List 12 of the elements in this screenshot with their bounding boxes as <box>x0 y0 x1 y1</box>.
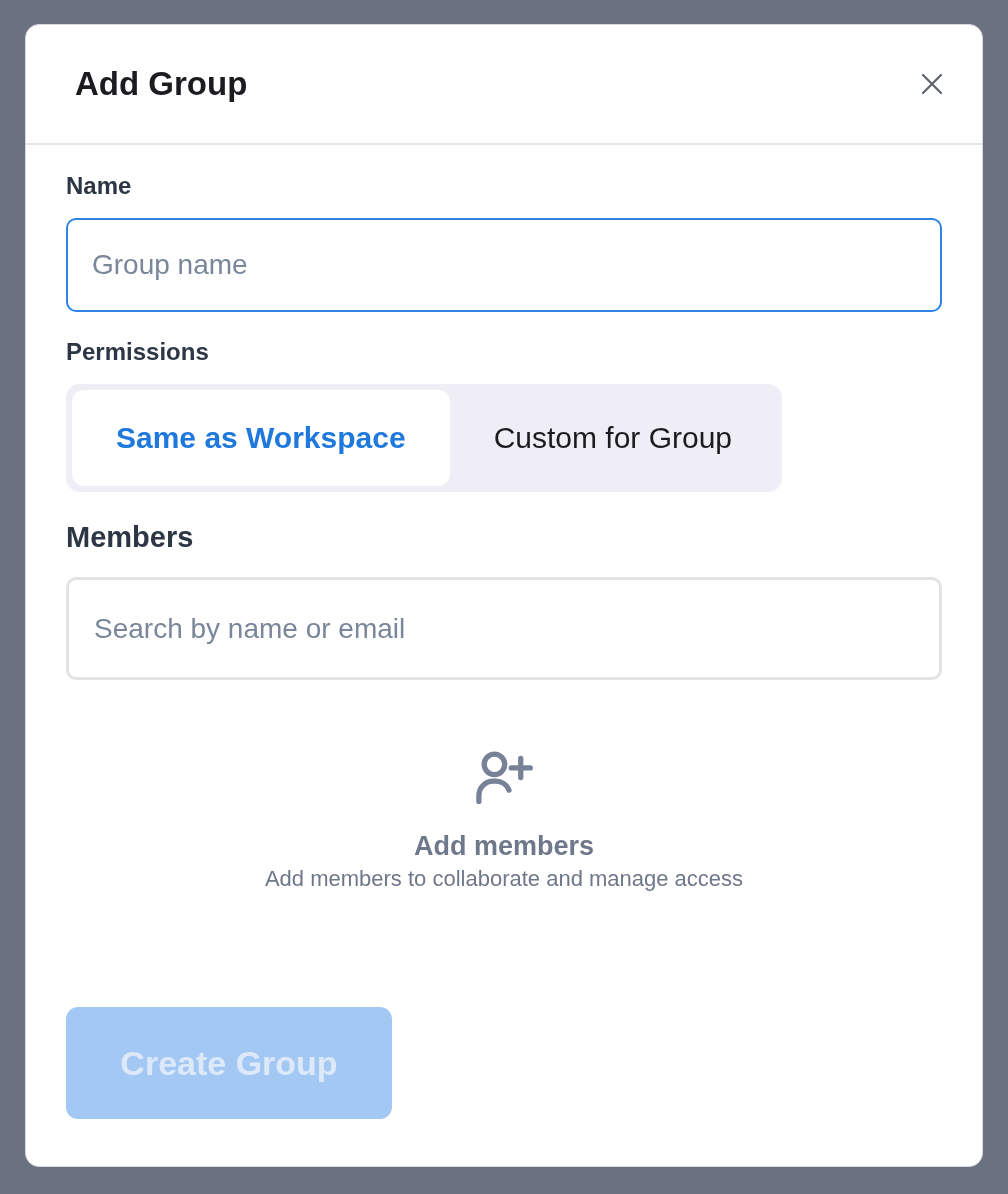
field-label: Permissions <box>66 337 209 367</box>
segment-option[interactable]: Custom for Group <box>449 390 777 486</box>
section-label: Members <box>66 520 194 555</box>
close-icon <box>922 74 942 94</box>
search-input-field[interactable]: Search by name or email <box>66 577 942 680</box>
empty-state-text: Add members to collaborate and manage access <box>264 865 744 893</box>
user-plus-icon <box>474 750 534 805</box>
segment-option[interactable]: Same as Workspace <box>72 390 450 486</box>
name-input-field[interactable]: Group name <box>66 218 942 312</box>
field-label: Name <box>66 171 132 201</box>
dialog-title: Add Group <box>75 64 248 104</box>
empty-state-title: Add members <box>413 830 595 863</box>
